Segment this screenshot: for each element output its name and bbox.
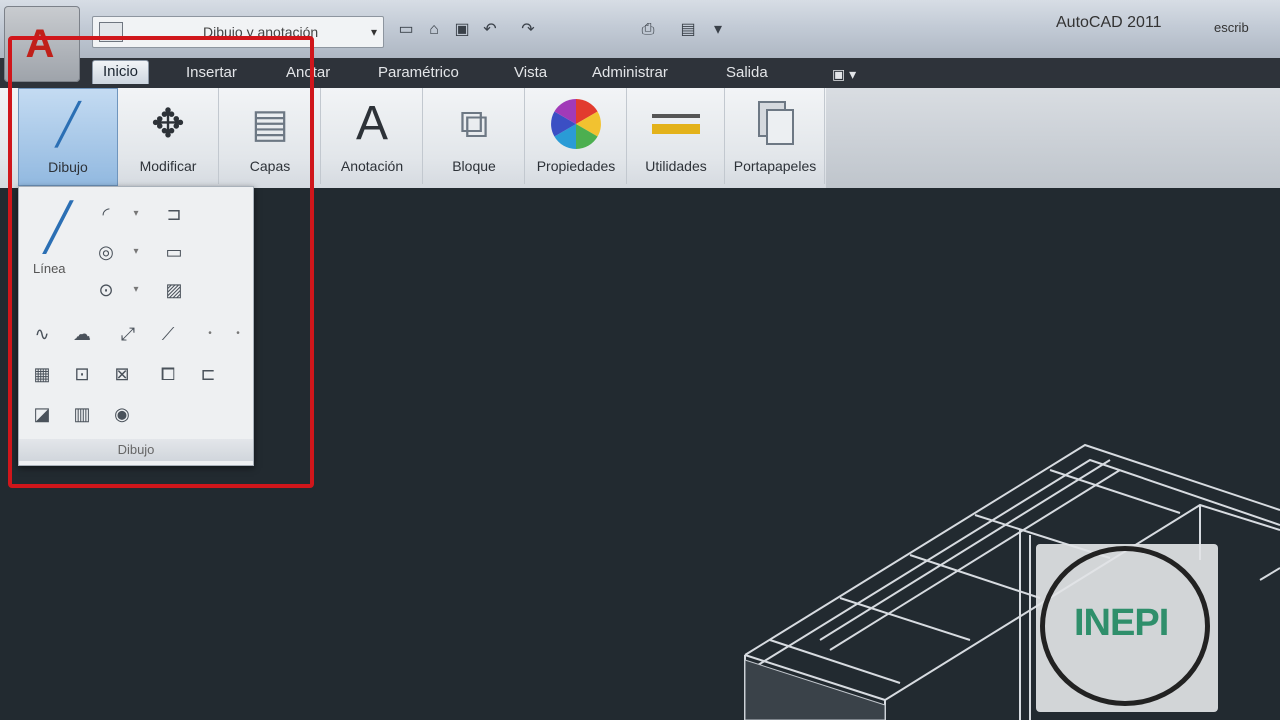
undo-icon[interactable]: ↶ xyxy=(478,18,502,42)
ribbon-button-bloque[interactable]: ⧉ Bloque xyxy=(424,88,525,184)
text-icon: A xyxy=(355,97,388,150)
ribbon-button-label: Propiedades xyxy=(536,158,616,174)
watermark-text: INEPI xyxy=(1074,602,1169,644)
ribbon-button-label: Bloque xyxy=(452,158,496,174)
app-title: AutoCAD 2011 xyxy=(1056,14,1162,31)
ribbon-button-utilidades[interactable]: Utilidades xyxy=(628,88,725,184)
ribbon-button-label: Anotación xyxy=(340,158,404,174)
tab-parametrico[interactable]: Paramétrico xyxy=(378,64,459,81)
red-highlight-annotation xyxy=(8,36,314,488)
redo-icon[interactable]: ↷ xyxy=(516,18,540,42)
ribbon-button-portapapeles[interactable]: Portapapeles xyxy=(726,88,825,184)
clipboard-icon xyxy=(726,96,824,152)
block-icon: ⧉ xyxy=(459,102,489,146)
ribbon-button-anotacion[interactable]: A Anotación xyxy=(322,88,423,184)
dropdown-icon[interactable]: ▾ xyxy=(706,18,730,42)
color-wheel-icon xyxy=(526,96,626,152)
ribbon-button-propiedades[interactable]: Propiedades xyxy=(526,88,627,184)
ribbon-button-label: Utilidades xyxy=(645,158,707,174)
save-icon[interactable]: ▣ xyxy=(450,18,474,42)
tab-administrar[interactable]: Administrar xyxy=(592,64,668,81)
new-icon[interactable]: ▭ xyxy=(394,18,418,42)
tab-vista[interactable]: Vista xyxy=(514,64,547,81)
chevron-down-icon: ▾ xyxy=(370,25,377,39)
plot-icon[interactable]: ⎙ xyxy=(636,18,660,42)
ribbon-button-label: Portapapeles xyxy=(733,158,817,174)
print-icon[interactable]: ▤ xyxy=(676,18,700,42)
ribbon-empty-area xyxy=(826,88,1280,188)
ribbon-options-icon[interactable]: ▣ ▾ xyxy=(832,66,856,83)
measure-icon xyxy=(628,96,724,152)
inepi-watermark: INEPI xyxy=(1036,544,1218,712)
tab-salida[interactable]: Salida xyxy=(726,64,768,81)
open-icon[interactable]: ⌂ xyxy=(422,18,446,42)
help-search-input[interactable]: escrib xyxy=(1214,20,1249,35)
